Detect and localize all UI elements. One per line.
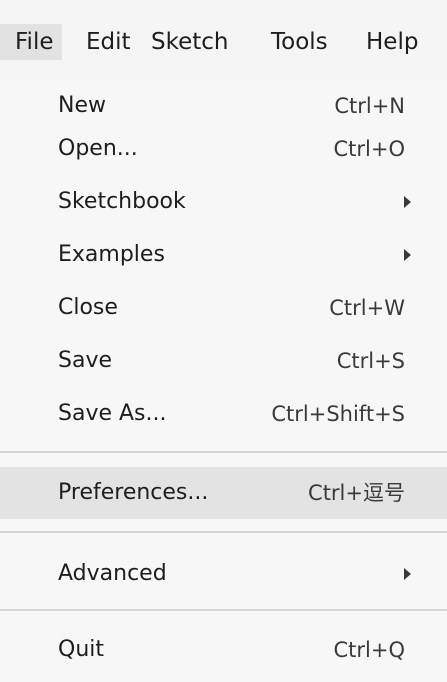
- menu-item-label: Advanced: [58, 561, 167, 586]
- menu-item-shortcut: Ctrl+O: [333, 137, 406, 161]
- menu-item-quit[interactable]: Quit Ctrl+Q: [0, 624, 447, 676]
- file-menu-dropdown: New Ctrl+N Open... Ctrl+O Sketchbook Exa…: [0, 80, 447, 682]
- menu-item-advanced[interactable]: Advanced: [0, 548, 447, 600]
- menu-bar: File Edit Sketch Tools Help: [0, 0, 447, 81]
- menu-item-open[interactable]: Open... Ctrl+O: [0, 123, 447, 175]
- submenu-arrow-icon: [404, 249, 411, 261]
- menu-item-shortcut: Ctrl+逗号: [308, 481, 405, 505]
- menu-item-label: Open...: [58, 136, 138, 161]
- menubar-help[interactable]: Help: [366, 24, 418, 60]
- menubar-file[interactable]: File: [0, 24, 62, 60]
- menu-item-shortcut: Ctrl+Shift+S: [271, 402, 405, 426]
- menu-item-label: Quit: [58, 637, 104, 662]
- menubar-edit[interactable]: Edit: [86, 24, 131, 60]
- menu-separator: [0, 531, 447, 533]
- menu-item-label: Save As...: [58, 401, 167, 426]
- submenu-arrow-icon: [404, 196, 411, 208]
- menu-item-close[interactable]: Close Ctrl+W: [0, 282, 447, 334]
- menu-item-sketchbook[interactable]: Sketchbook: [0, 176, 447, 228]
- menu-item-label: Save: [58, 348, 113, 373]
- menu-item-label: Close: [58, 295, 118, 320]
- menu-item-save[interactable]: Save Ctrl+S: [0, 335, 447, 387]
- menu-item-shortcut: Ctrl+Q: [333, 638, 406, 662]
- menu-item-shortcut: Ctrl+W: [329, 296, 405, 320]
- menu-item-label: Preferences...: [58, 480, 209, 505]
- menu-item-label: Examples: [58, 242, 165, 267]
- menu-item-examples[interactable]: Examples: [0, 229, 447, 281]
- menu-item-label: Sketchbook: [58, 189, 186, 214]
- menu-item-preferences[interactable]: Preferences... Ctrl+逗号: [0, 467, 447, 519]
- menubar-tools[interactable]: Tools: [271, 24, 328, 60]
- menu-item-shortcut: Ctrl+S: [336, 349, 405, 373]
- menu-item-save-as[interactable]: Save As... Ctrl+Shift+S: [0, 388, 447, 440]
- menu-separator: [0, 609, 447, 611]
- menubar-sketch[interactable]: Sketch: [151, 24, 229, 60]
- submenu-arrow-icon: [404, 568, 411, 580]
- menu-separator: [0, 451, 447, 453]
